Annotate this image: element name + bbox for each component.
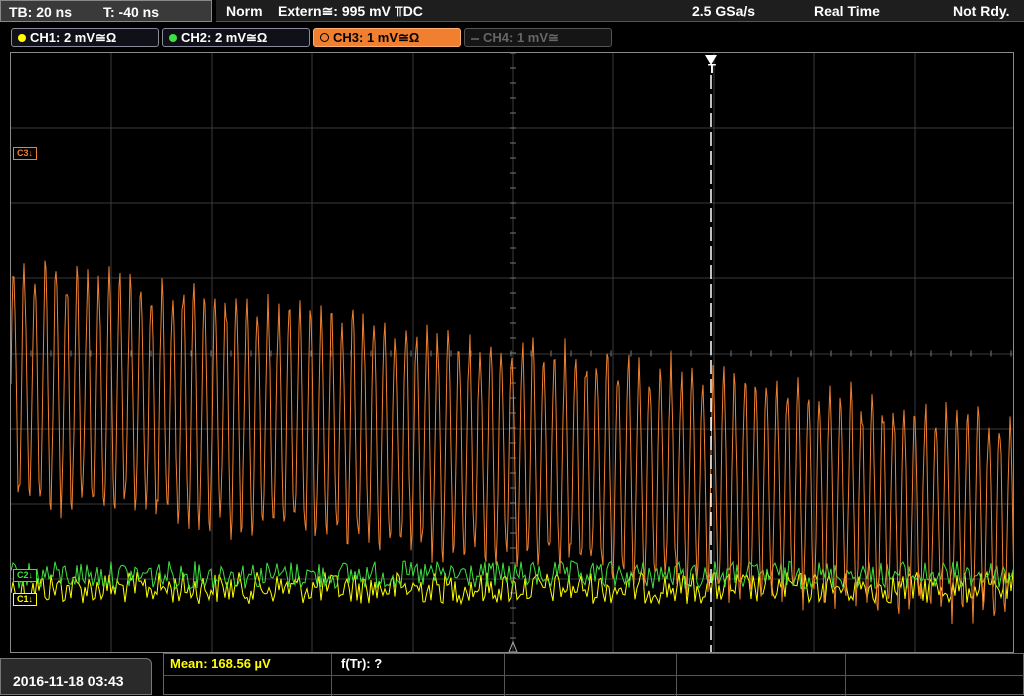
sample-rate-label: 2.5 GSa/s — [692, 3, 756, 19]
channel-4-button[interactable]: CH4: 1 mV≅ — [464, 28, 612, 47]
measurement-divider — [331, 654, 332, 696]
channel-bar: CH1: 2 mV≅Ω CH2: 2 mV≅Ω CH3: 1 mV≅Ω CH4:… — [0, 25, 1024, 50]
frequency-measurement[interactable]: f(Tr): ? — [341, 656, 382, 671]
waveform-canvas[interactable] — [11, 53, 1014, 653]
timebase-label[interactable]: TB: 20 ns — [9, 4, 72, 20]
acquisition-mode-label[interactable]: Real Time — [814, 3, 880, 19]
timebase-panel[interactable]: TB: 20 ns T: -40 ns — [0, 0, 212, 22]
trigger-offset-label[interactable]: T: -40 ns — [103, 4, 159, 20]
measurement-divider — [164, 675, 1024, 676]
ch1-offset-marker[interactable]: C1↓ — [13, 593, 38, 606]
measurement-divider — [676, 654, 677, 696]
measurement-divider — [504, 654, 505, 696]
channel-4-label: CH4: 1 mV≅ — [483, 30, 559, 45]
top-status-bar: TB: 20 ns T: -40 ns Norm Extern≅: 995 mV… — [0, 0, 1024, 25]
trigger-mode-label[interactable]: Norm — [226, 3, 263, 19]
mean-measurement[interactable]: Mean: 168.56 µV — [170, 656, 271, 671]
acquisition-status-panel: Norm Extern≅: 995 mV ⫪DC 2.5 GSa/s Real … — [216, 0, 1024, 22]
measurement-panel[interactable]: Mean: 168.56 µV f(Tr): ? — [163, 653, 1024, 696]
ch3-offset-marker[interactable]: C3↓ — [13, 147, 38, 160]
waveform-display[interactable]: C3↓ C2↓ C1↓ T — [10, 52, 1014, 653]
channel-1-color-dot — [18, 34, 26, 42]
ch2-offset-marker[interactable]: C2↓ — [13, 569, 38, 582]
channel-3-label: CH3: 1 mV≅Ω — [333, 30, 420, 45]
channel-3-color-dot — [320, 33, 329, 42]
bottom-bar: 2016-11-18 03:43 Mean: 168.56 µV f(Tr): … — [0, 653, 1024, 696]
date-time-display: 2016-11-18 03:43 — [0, 658, 152, 695]
trigger-source-label[interactable]: Extern≅: 995 mV ⫪DC — [278, 3, 423, 20]
trigger-position-marker[interactable]: T — [705, 62, 719, 75]
channel-1-button[interactable]: CH1: 2 mV≅Ω — [11, 28, 159, 47]
channel-3-button[interactable]: CH3: 1 mV≅Ω — [313, 28, 461, 47]
graticule-grid — [11, 53, 1013, 652]
channel-4-dash-icon — [471, 37, 479, 40]
measurement-divider — [845, 654, 846, 696]
channel-2-color-dot — [169, 34, 177, 42]
channel-1-label: CH1: 2 mV≅Ω — [30, 30, 117, 45]
run-status-label: Not Rdy. — [953, 3, 1010, 19]
channel-2-label: CH2: 2 mV≅Ω — [181, 30, 268, 45]
channel-2-button[interactable]: CH2: 2 mV≅Ω — [162, 28, 310, 47]
